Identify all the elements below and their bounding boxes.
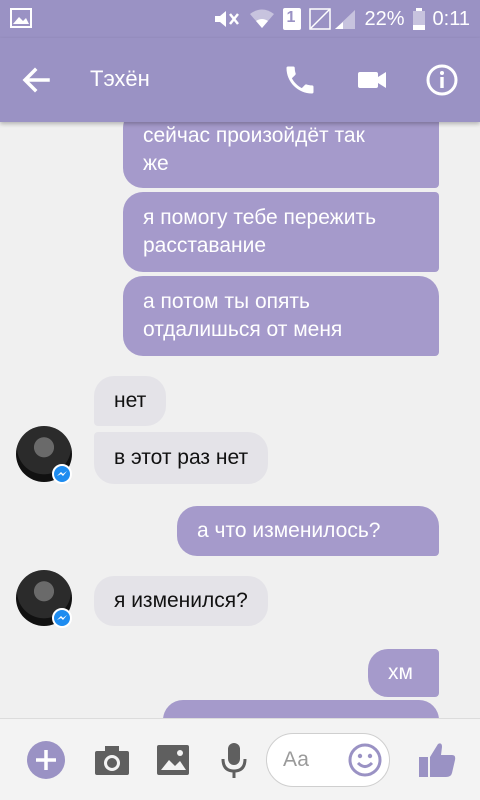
image-icon[interactable] [153, 740, 193, 780]
signal-icon [308, 8, 357, 30]
sim-icon: 1 [282, 8, 301, 30]
phone-icon[interactable] [282, 62, 318, 98]
outgoing-message[interactable]: хм [368, 649, 439, 697]
mute-icon [213, 8, 241, 30]
camera-icon[interactable] [92, 740, 132, 780]
incoming-message[interactable]: в этот раз нет [94, 432, 269, 484]
battery-icon [412, 8, 425, 30]
contact-name[interactable]: Тэхён [90, 66, 150, 92]
back-arrow-icon[interactable] [18, 62, 54, 98]
outgoing-message[interactable]: а потом ты опять отдалишься от меня [123, 276, 439, 356]
message-line: отдалишься от меня [143, 318, 343, 341]
outgoing-message-partial[interactable] [163, 700, 439, 718]
message-line: я помогу тебе пережить [143, 206, 377, 229]
message-line: а потом ты опять [143, 290, 310, 313]
message-input-placeholder: Аа [283, 748, 309, 771]
message-line: а что изменилось? [197, 519, 381, 542]
plus-icon[interactable] [26, 740, 66, 780]
conversation-header: Тэхён [0, 38, 480, 122]
message-line: сейчас произойдёт так [143, 124, 365, 147]
sim-slot-number: 1 [286, 9, 296, 26]
info-icon[interactable] [424, 62, 460, 98]
message-line: расставание [143, 234, 267, 257]
messenger-badge-icon [52, 464, 72, 484]
message-line: я изменился? [114, 589, 248, 612]
message-list[interactable]: сейчас произойдёт так же я помогу тебе п… [0, 122, 480, 718]
composer-bar: Аа [0, 718, 480, 800]
message-line: нет [114, 389, 147, 412]
incoming-message[interactable]: я изменился? [94, 576, 268, 626]
clock: 0:11 [432, 7, 470, 30]
message-line: в этот раз нет [114, 446, 249, 469]
wifi-icon [249, 8, 275, 30]
messenger-badge-icon [52, 608, 72, 628]
status-bar: 1 22% 0:11 [0, 0, 480, 38]
microphone-icon[interactable] [214, 740, 254, 780]
outgoing-message[interactable]: а что изменилось? [177, 506, 439, 556]
message-line: хм [388, 661, 413, 684]
video-camera-icon[interactable] [354, 62, 390, 98]
battery-percent: 22% [364, 7, 405, 30]
message-line: же [143, 152, 169, 175]
emoji-icon[interactable] [348, 743, 382, 777]
outgoing-message[interactable]: я помогу тебе пережить расставание [123, 192, 439, 272]
thumbs-up-icon[interactable] [416, 739, 458, 781]
incoming-message[interactable]: нет [94, 376, 167, 426]
gallery-icon [10, 8, 32, 28]
outgoing-message[interactable]: сейчас произойдёт так же [123, 122, 439, 188]
